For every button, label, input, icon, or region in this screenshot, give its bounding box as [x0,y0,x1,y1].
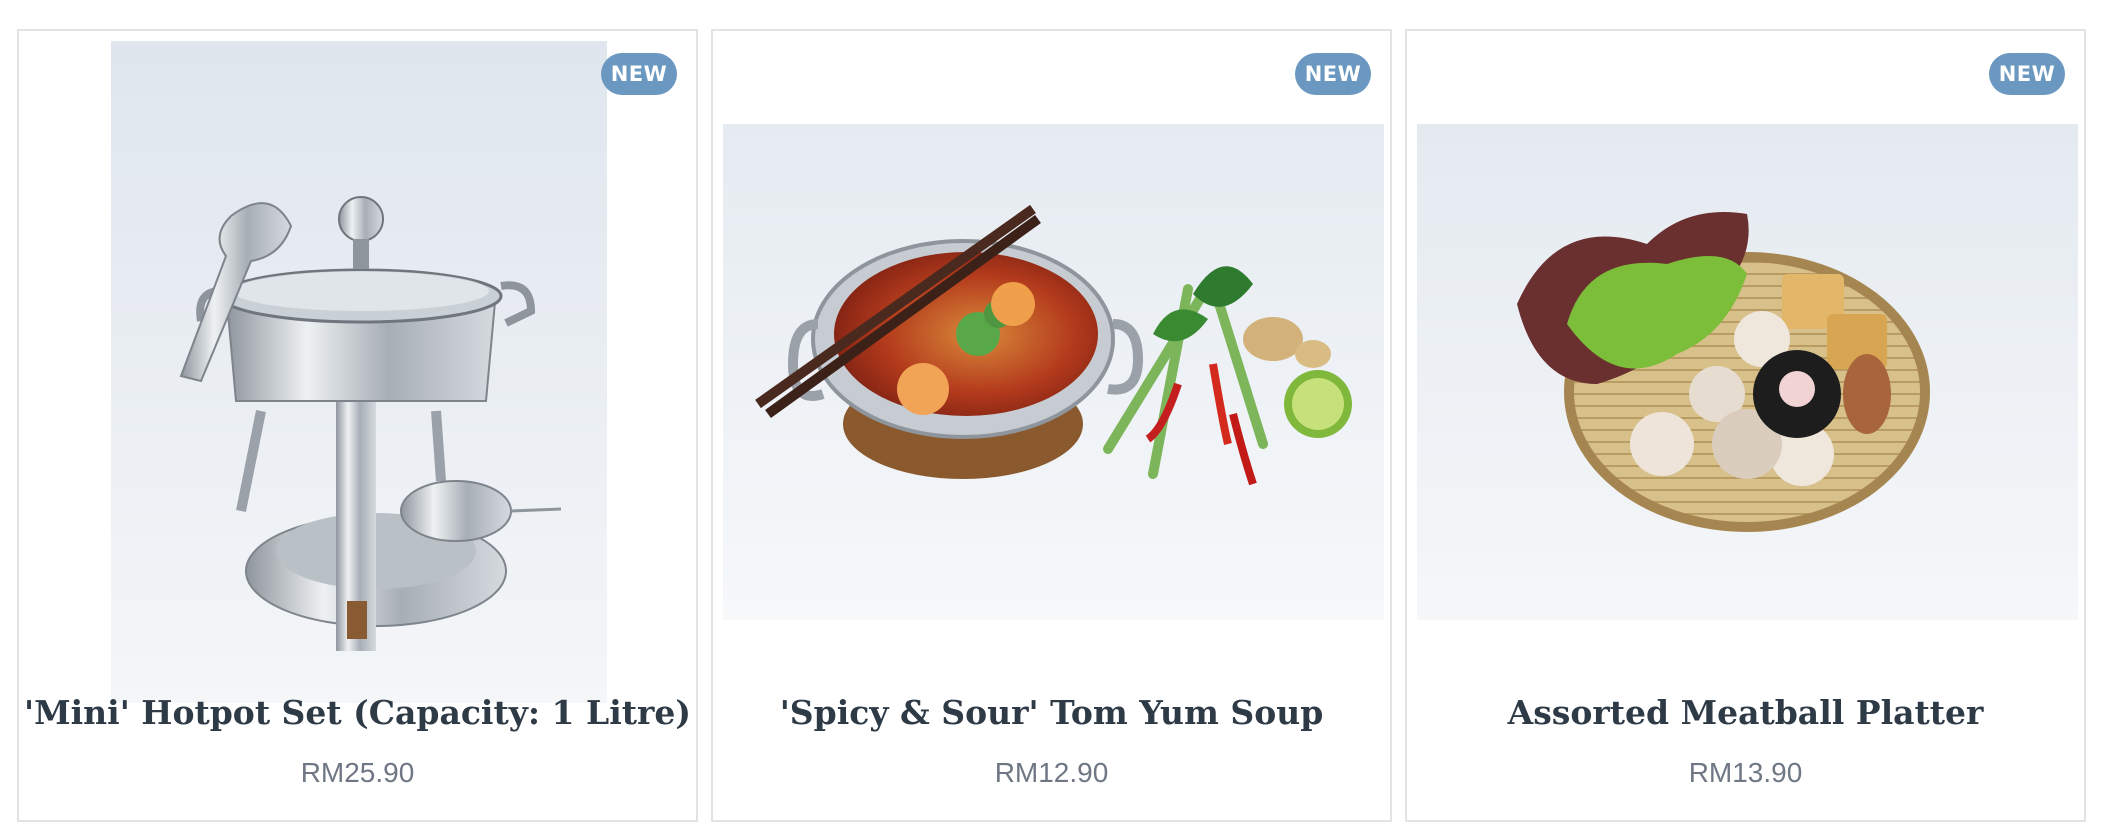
product-image[interactable] [723,124,1384,620]
product-title[interactable]: 'Spicy & Sour' Tom Yum Soup [713,693,1390,747]
meatball-platter-photo-icon [1417,124,2078,620]
new-badge: NEW [601,53,677,95]
hotpot-set-photo-icon [111,41,607,703]
new-badge: NEW [1295,53,1371,95]
product-card[interactable]: NEW 'Mini' Hotpot Set (Capacity: 1 Litre… [17,29,698,822]
product-price: RM25.90 [300,757,415,788]
product-title[interactable]: 'Mini' Hotpot Set (Capacity: 1 Litre) [19,693,696,747]
product-card[interactable]: NEW Assorted Meatball Platter RM13.90 [1405,29,2086,822]
product-card[interactable]: NEW 'Spicy & Sour' Tom Yum Soup RM12.90 [711,29,1392,822]
new-badge: NEW [1989,53,2065,95]
tom-yum-soup-photo-icon [723,124,1384,620]
product-title[interactable]: Assorted Meatball Platter [1407,693,2084,747]
product-image[interactable] [111,41,607,703]
product-image[interactable] [1417,124,2078,620]
product-price: RM13.90 [1688,757,1803,788]
product-price: RM12.90 [994,757,1109,788]
